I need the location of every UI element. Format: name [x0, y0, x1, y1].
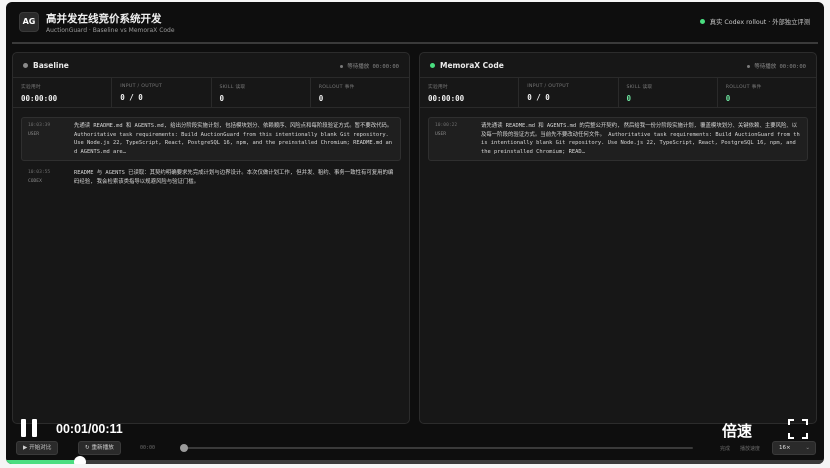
- metric-label: 实验用时: [428, 85, 448, 90]
- message-time: 10:00:22: [435, 123, 458, 128]
- metrics-row: 实验用时 00:00:00 INPUT / OUTPUT 0 / 0 SKILL…: [13, 78, 409, 108]
- speed-button[interactable]: 倍速: [722, 420, 752, 441]
- panel-header: Baseline 等待播放 00:00:00: [13, 53, 409, 78]
- playback-time: 00:01/00:11: [56, 422, 123, 436]
- metric-skill: SKILL 读取 0: [619, 78, 718, 107]
- metric-rollout: ROLLOUT 事件 0: [718, 78, 816, 107]
- status-dot-icon: [699, 19, 705, 24]
- metric-value: 0: [626, 94, 632, 103]
- chevron-down-icon: ⌄: [805, 445, 810, 451]
- video-controls: 00:01/00:11 倍速: [6, 416, 824, 440]
- metric-elapsed: 实验用时 00:00:00: [420, 78, 520, 107]
- speed-select[interactable]: 16× ⌄: [772, 441, 816, 455]
- panel-status-text: 等待播放 00:00:00: [754, 64, 806, 70]
- timeline-scrubber[interactable]: [181, 447, 693, 449]
- message-codex: 10:03:55 CODEX README 与 AGENTS 已读取：其契约明确…: [21, 164, 401, 191]
- scrub-time: 00:00: [140, 445, 156, 451]
- memorax-panel: MemoraX Code 等待播放 00:00:00 实验用时 00:00:00…: [419, 52, 817, 424]
- message-text: README 与 AGENTS 已读取：其契约明确要求先完成计划与边界设计。本次…: [74, 170, 394, 185]
- metric-io: INPUT / OUTPUT 0 / 0: [519, 78, 619, 107]
- panel-status: 等待播放 00:00:00: [340, 62, 399, 70]
- message-time: 10:03:39: [28, 123, 51, 128]
- app-toolbar: ▶ 开始对比 ↻ 重新播放 00:00 完成 播放速度 16× ⌄: [6, 440, 824, 456]
- metric-label: SKILL 读取: [219, 85, 246, 90]
- panel-title-text: MemoraX Code: [440, 61, 504, 70]
- page-subtitle: AuctionGuard · Baseline vs MemoraX Code: [46, 27, 175, 34]
- pause-icon[interactable]: [21, 419, 39, 437]
- status-dot-icon: [340, 64, 344, 68]
- panel-title: MemoraX Code: [430, 61, 504, 70]
- panel-dot-icon: [430, 63, 435, 68]
- message-user: 10:03:39 USER 先通读 README.md 和 AGENTS.md,…: [21, 117, 401, 162]
- panel-header: MemoraX Code 等待播放 00:00:00: [420, 53, 816, 78]
- app-header: AG 高并发在线竞价系统开发 AuctionGuard · Baseline v…: [6, 2, 824, 42]
- metric-elapsed: 实验用时 00:00:00: [13, 78, 113, 107]
- status-dot-icon: [747, 64, 751, 68]
- panel-title-text: Baseline: [33, 61, 69, 70]
- message-user: 10:00:22 USER 请先通读 README.md 和 AGENTS.md…: [428, 117, 808, 162]
- fullscreen-icon[interactable]: [788, 419, 808, 439]
- metric-rollout: ROLLOUT 事件 0: [311, 78, 409, 107]
- video-frame: AG 高并发在线竞价系统开发 AuctionGuard · Baseline v…: [6, 2, 824, 464]
- metric-label: 实验用时: [21, 85, 41, 90]
- metric-value: 0: [725, 94, 731, 103]
- message-text: 请先通读 README.md 和 AGENTS.md 的完整公开契约, 然后给我…: [481, 123, 800, 155]
- message-text: 先通读 README.md 和 AGENTS.md, 给出分阶段实施计划, 包括…: [74, 123, 393, 155]
- metric-label: INPUT / OUTPUT: [120, 84, 163, 89]
- metric-value: 0 / 0: [527, 93, 550, 102]
- panel-title: Baseline: [23, 61, 69, 70]
- page-title: 高并发在线竞价系统开发: [46, 13, 162, 25]
- metric-value: 0: [219, 94, 225, 103]
- speed-label: 播放速度: [740, 446, 761, 452]
- baseline-panel: Baseline 等待播放 00:00:00 实验用时 00:00:00 INP…: [12, 52, 410, 424]
- header-status: 真实 Codex rollout · 外部独立评测: [699, 17, 810, 26]
- header-status-text: 真实 Codex rollout · 外部独立评测: [709, 19, 810, 26]
- message-role: CODEX: [28, 179, 42, 184]
- speed-select-value: 16×: [779, 445, 791, 451]
- app-logo: AG: [19, 12, 39, 32]
- metric-label: ROLLOUT 事件: [725, 85, 762, 90]
- metric-value: 00:00:00: [21, 94, 58, 103]
- replay-button[interactable]: ↻ 重新播放: [78, 441, 121, 455]
- panel-dot-icon: [23, 63, 28, 68]
- complete-label: 完成: [720, 446, 731, 452]
- header-divider: [12, 42, 818, 44]
- metric-value: 00:00:00: [428, 94, 465, 103]
- metric-value: 0: [318, 94, 324, 103]
- video-progress-knob[interactable]: [73, 456, 86, 464]
- panel-status: 等待播放 00:00:00: [747, 62, 806, 70]
- panel-status-text: 等待播放 00:00:00: [347, 64, 399, 70]
- video-progress-bar[interactable]: [6, 456, 824, 464]
- metrics-row: 实验用时 00:00:00 INPUT / OUTPUT 0 / 0 SKILL…: [420, 78, 816, 108]
- metric-label: ROLLOUT 事件: [318, 85, 355, 90]
- metric-value: 0 / 0: [120, 93, 143, 102]
- metric-io: INPUT / OUTPUT 0 / 0: [112, 78, 212, 107]
- timeline-knob[interactable]: [180, 444, 188, 452]
- metric-label: SKILL 读取: [626, 85, 653, 90]
- message-time: 10:03:55: [28, 170, 51, 175]
- start-compare-button[interactable]: ▶ 开始对比: [16, 441, 59, 455]
- metric-label: INPUT / OUTPUT: [527, 84, 570, 89]
- message-role: USER: [28, 132, 40, 137]
- metric-skill: SKILL 读取 0: [212, 78, 311, 107]
- video-progress-fill: [6, 460, 80, 464]
- message-role: USER: [435, 132, 447, 137]
